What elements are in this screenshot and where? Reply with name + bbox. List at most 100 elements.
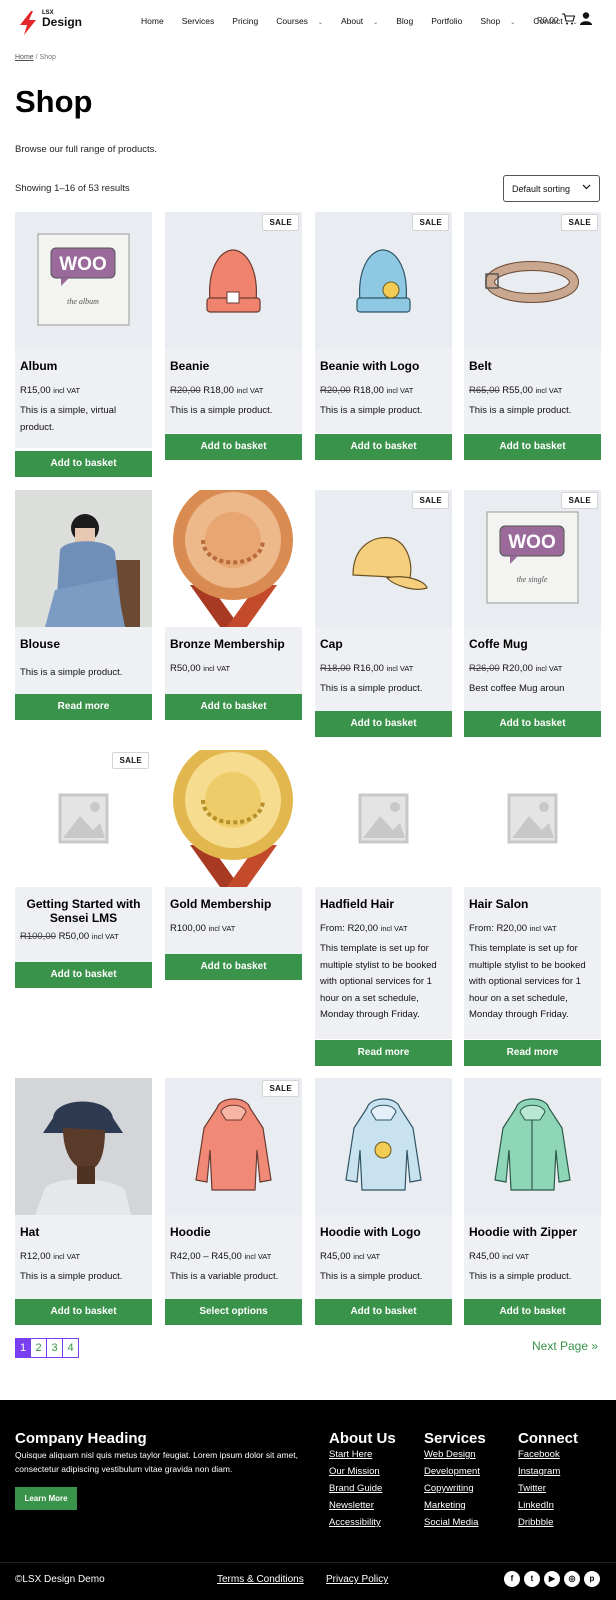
product-name[interactable]: Blouse (20, 637, 147, 651)
product-image[interactable] (315, 750, 452, 887)
user-icon[interactable] (580, 12, 592, 25)
privacy-link[interactable]: Privacy Policy (326, 1574, 388, 1585)
footer-link[interactable]: Newsletter (329, 1497, 382, 1514)
read-more-button[interactable]: Read more (315, 1040, 452, 1066)
product-image[interactable] (165, 750, 302, 887)
footer-link[interactable]: LinkedIn (518, 1497, 560, 1514)
product-name[interactable]: Belt (469, 359, 596, 373)
product-image[interactable]: SALE (315, 490, 452, 627)
product-name[interactable]: Hoodie with Logo (320, 1225, 447, 1239)
pinterest-icon[interactable]: p (584, 1571, 600, 1587)
product-price: R45,00 incl VAT (469, 1251, 530, 1262)
nav-item-pricing[interactable]: Pricing (232, 16, 267, 26)
next-page-link[interactable]: Next Page » (532, 1339, 598, 1353)
product-name[interactable]: Hoodie with Zipper (469, 1225, 596, 1239)
product-card: Bronze Membership R50,00 incl VAT (165, 490, 302, 694)
product-card: Gold Membership R100,00 incl VAT (165, 750, 302, 954)
footer-link[interactable]: Social Media (424, 1514, 480, 1531)
nav-item-courses[interactable]: Courses ⌄ (276, 16, 332, 26)
footer-link[interactable]: Web Design (424, 1446, 480, 1463)
footer-link[interactable]: Instagram (518, 1463, 560, 1480)
product-name[interactable]: Cap (320, 637, 447, 651)
product-name[interactable]: Album (20, 359, 147, 373)
sale-badge: SALE (561, 492, 598, 509)
product-image[interactable]: WOO the album (15, 212, 152, 349)
sort-select[interactable]: Default sorting (503, 175, 600, 202)
add-to-basket-button[interactable]: Add to basket (315, 1299, 452, 1325)
product-image[interactable] (464, 750, 601, 887)
product-name[interactable]: Beanie (170, 359, 297, 373)
add-to-basket-button[interactable]: Add to basket (15, 1299, 152, 1325)
nav-item-about[interactable]: About ⌄ (341, 16, 387, 26)
product-image[interactable] (15, 490, 152, 627)
read-more-button[interactable]: Read more (15, 694, 152, 720)
product-name[interactable]: Hadfield Hair (320, 897, 447, 911)
page-link-4[interactable]: 4 (63, 1338, 79, 1358)
footer-link[interactable]: Twitter (518, 1480, 560, 1497)
footer-link[interactable]: Development (424, 1463, 480, 1480)
youtube-icon[interactable]: ▶ (544, 1571, 560, 1587)
product-name[interactable]: Bronze Membership (170, 637, 297, 651)
breadcrumb-home-link[interactable]: Home (15, 54, 34, 61)
nav-item-home[interactable]: Home (141, 16, 173, 26)
terms-link[interactable]: Terms & Conditions (217, 1574, 304, 1585)
footer-link[interactable]: Start Here (329, 1446, 382, 1463)
footer-link[interactable]: Dribbble (518, 1514, 560, 1531)
add-to-basket-button[interactable]: Add to basket (464, 434, 601, 460)
learn-more-button[interactable]: Learn More (15, 1487, 77, 1510)
product-name[interactable]: Hair Salon (469, 897, 596, 911)
svg-text:WOO: WOO (59, 254, 107, 275)
product-image[interactable] (15, 1078, 152, 1215)
product-price: R100,00 incl VAT (170, 923, 236, 934)
site-logo[interactable]: LSX Design (18, 10, 88, 36)
twitter-icon[interactable]: t (524, 1571, 540, 1587)
footer-link[interactable]: Brand Guide (329, 1480, 382, 1497)
read-more-button[interactable]: Read more (464, 1040, 601, 1066)
add-to-basket-button[interactable]: Add to basket (165, 954, 302, 980)
instagram-icon[interactable]: ◎ (564, 1571, 580, 1587)
product-name[interactable]: Getting Started with Sensei LMS (20, 897, 147, 925)
product-name[interactable]: Hat (20, 1225, 147, 1239)
product-image[interactable]: SALE (165, 1078, 302, 1215)
facebook-icon[interactable]: f (504, 1571, 520, 1587)
footer-link[interactable]: Copywriting (424, 1480, 480, 1497)
product-image[interactable]: SALE (315, 212, 452, 349)
cart-total[interactable]: R0,00 (537, 16, 558, 25)
product-name[interactable]: Coffe Mug (469, 637, 596, 651)
product-price: R100,00 R50,00 incl VAT (20, 931, 119, 942)
nav-item-blog[interactable]: Blog (396, 16, 422, 26)
add-to-basket-button[interactable]: Add to basket (315, 434, 452, 460)
page-link-3[interactable]: 3 (47, 1338, 63, 1358)
add-to-basket-button[interactable]: Add to basket (315, 711, 452, 737)
add-to-basket-button[interactable]: Add to basket (165, 434, 302, 460)
add-to-basket-button[interactable]: Add to basket (464, 711, 601, 737)
footer-link[interactable]: Marketing (424, 1497, 480, 1514)
product-image[interactable]: SALE (15, 750, 152, 887)
add-to-basket-button[interactable]: Add to basket (15, 962, 152, 988)
product-name[interactable]: Beanie with Logo (320, 359, 447, 373)
footer-link[interactable]: Our Mission (329, 1463, 382, 1480)
product-image[interactable]: SALE (165, 212, 302, 349)
nav-item-services[interactable]: Services (182, 16, 224, 26)
page-link-1[interactable]: 1 (15, 1338, 31, 1358)
product-card: SALE Beanie R20,00 R18,00 incl VAT This … (165, 212, 302, 433)
add-to-basket-button[interactable]: Add to basket (464, 1299, 601, 1325)
cart-icon[interactable] (562, 13, 575, 25)
sale-badge: SALE (561, 214, 598, 231)
select-options-button[interactable]: Select options (165, 1299, 302, 1325)
add-to-basket-button[interactable]: Add to basket (165, 694, 302, 720)
product-image[interactable] (165, 490, 302, 627)
add-to-basket-button[interactable]: Add to basket (15, 451, 152, 477)
page-link-2[interactable]: 2 (31, 1338, 47, 1358)
nav-item-portfolio[interactable]: Portfolio (431, 16, 471, 26)
chevron-down-icon: ⌄ (510, 20, 516, 26)
product-name[interactable]: Gold Membership (170, 897, 297, 911)
footer-link[interactable]: Accessibility (329, 1514, 382, 1531)
product-image[interactable]: WOO the single SALE (464, 490, 601, 627)
footer-link[interactable]: Facebook (518, 1446, 560, 1463)
nav-item-shop[interactable]: Shop ⌄ (480, 16, 524, 26)
product-image[interactable]: SALE (464, 212, 601, 349)
product-image[interactable] (464, 1078, 601, 1215)
product-name[interactable]: Hoodie (170, 1225, 297, 1239)
product-image[interactable] (315, 1078, 452, 1215)
